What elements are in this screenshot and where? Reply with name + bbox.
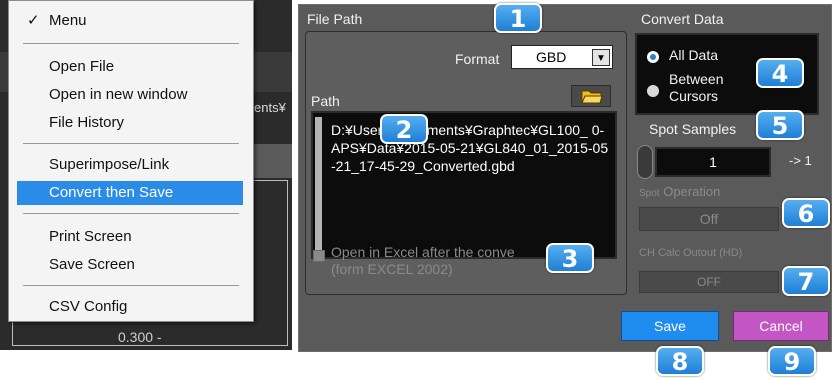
menu-item-label: Save Screen xyxy=(49,256,135,273)
spot-samples-input[interactable]: 1 xyxy=(655,147,771,177)
format-value: GBD xyxy=(536,49,567,65)
format-select[interactable]: GBD ▼ xyxy=(511,45,613,69)
ch-calc-label: CH Calc Outout (HD) xyxy=(639,247,743,259)
menu-item-label: Convert then Save xyxy=(49,184,174,201)
menu-item-csv-config[interactable]: CSV Config xyxy=(17,295,243,319)
menu-item-label: File History xyxy=(49,114,125,131)
annotation-badge-1: 1 xyxy=(494,3,542,33)
spot-operation-prefix: Spot xyxy=(639,188,660,199)
excel-checkbox-sublabel: (form EXCEL 2002) xyxy=(331,261,453,277)
radio-all-data-label: All Data xyxy=(669,47,719,63)
file-path-title: File Path xyxy=(307,11,363,27)
annotation-badge-7: 7 xyxy=(782,266,830,296)
menu-item-superimpose-link[interactable]: Superimpose/Link xyxy=(17,153,243,177)
annotation-badge-6: 6 xyxy=(782,198,830,228)
chevron-down-icon[interactable]: ▼ xyxy=(592,49,610,66)
menu-separator xyxy=(23,143,239,144)
convert-dialog: File Path Format GBD ▼ Path D:¥User ¥Doc… xyxy=(298,4,832,352)
browse-folder-button[interactable] xyxy=(571,85,611,107)
format-label: Format xyxy=(455,51,500,67)
radio-all-data[interactable] xyxy=(647,51,659,63)
menu-item-label: CSV Config xyxy=(49,298,128,315)
spot-operation-button[interactable]: Off xyxy=(639,207,779,231)
menu-item-label: Open in new window xyxy=(49,86,188,103)
annotation-badge-2: 2 xyxy=(380,114,428,144)
menu-item-menu[interactable]: ✓ Menu xyxy=(17,9,243,33)
spot-operation-label-group: Spot Operation xyxy=(639,184,799,202)
path-label: Path xyxy=(311,93,340,109)
annotation-badge-4: 4 xyxy=(756,58,804,88)
background-axis-value: 0.300 - xyxy=(118,329,162,345)
path-text-box[interactable]: D:¥User ¥Documents¥Graphtec¥GL100_ 0-APS… xyxy=(311,111,617,259)
radio-selected-dot xyxy=(650,54,656,60)
cancel-button[interactable]: Cancel xyxy=(733,311,829,341)
path-scrollbar[interactable] xyxy=(315,117,322,257)
menu-item-save-screen[interactable]: Save Screen xyxy=(17,253,243,277)
convert-data-title: Convert Data xyxy=(641,11,724,27)
menu-item-label: Menu xyxy=(49,12,87,29)
menu-item-label: Open File xyxy=(49,58,115,75)
spot-operation-label: Operation xyxy=(663,184,721,199)
menu-item-label: Print Screen xyxy=(49,228,132,245)
checkmark-icon: ✓ xyxy=(27,12,40,29)
spot-samples-label: Spot Samples xyxy=(649,121,737,137)
background-tab xyxy=(254,144,292,178)
menu-item-file-history[interactable]: File History xyxy=(17,111,243,135)
spot-operation-value: Off xyxy=(699,211,719,227)
radio-between-cursors[interactable] xyxy=(647,85,659,97)
context-menu: ✓ Menu Open File Open in new window File… xyxy=(8,0,254,322)
menu-separator xyxy=(23,43,239,44)
menu-separator xyxy=(23,213,239,214)
save-button-label: Save xyxy=(654,318,686,334)
ch-calc-value: OFF xyxy=(697,275,721,289)
spot-samples-result: -> 1 xyxy=(789,153,812,168)
spot-samples-value: 1 xyxy=(709,154,717,170)
annotation-badge-5: 5 xyxy=(756,110,804,140)
excel-checkbox[interactable] xyxy=(313,250,325,262)
spot-samples-spinner[interactable] xyxy=(637,145,653,179)
ch-calc-button[interactable]: OFF xyxy=(639,271,779,293)
radio-between-cursors-label: Between Cursors xyxy=(669,71,724,104)
annotation-badge-3: 3 xyxy=(546,243,594,273)
path-text: D:¥User ¥Documents¥Graphtec¥GL100_ 0-APS… xyxy=(331,122,609,174)
menu-item-label: Superimpose/Link xyxy=(49,156,170,173)
annotation-badge-8: 8 xyxy=(656,346,704,376)
menu-separator xyxy=(23,285,239,286)
folder-icon xyxy=(581,90,603,104)
menu-item-convert-then-save[interactable]: Convert then Save xyxy=(17,181,243,205)
menu-item-open-new-window[interactable]: Open in new window xyxy=(17,83,243,107)
annotation-badge-9: 9 xyxy=(768,346,816,376)
cancel-button-label: Cancel xyxy=(759,318,803,334)
menu-item-print-screen[interactable]: Print Screen xyxy=(17,225,243,249)
background-path-fragment: ents¥ xyxy=(254,100,286,115)
save-button[interactable]: Save xyxy=(621,311,719,341)
menu-item-open-file[interactable]: Open File xyxy=(17,55,243,79)
